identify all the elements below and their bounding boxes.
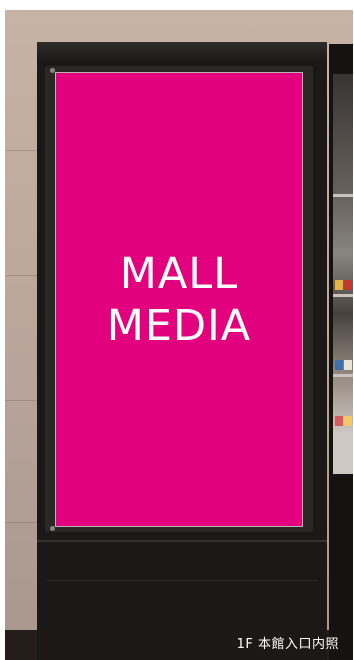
product-item [344, 280, 352, 290]
photo: MALL MEDIA 1F 本館入口内照 [5, 10, 353, 660]
screw [50, 68, 55, 73]
screen-text-line2: MEDIA [106, 300, 252, 351]
product-item [344, 360, 352, 370]
showcase-shelf [333, 194, 353, 197]
showcase-shelf [333, 294, 353, 297]
product-item [344, 416, 352, 426]
kiosk-top [37, 42, 327, 62]
kiosk-lower-panel [47, 580, 317, 581]
screen-text-line1: MALL [119, 248, 239, 299]
location-caption: 1F 本館入口内照 [236, 637, 339, 652]
display-showcase [329, 44, 353, 660]
kiosk-divider [37, 540, 327, 542]
product-item [335, 280, 343, 290]
showcase-glass [333, 74, 353, 474]
screw [50, 526, 55, 531]
digital-signage-screen: MALL MEDIA [55, 72, 303, 527]
product-item [335, 416, 343, 426]
showcase-shelf [333, 374, 353, 377]
kiosk-bezel: MALL MEDIA [45, 66, 313, 532]
signage-kiosk: MALL MEDIA [37, 42, 327, 660]
product-item [335, 360, 343, 370]
